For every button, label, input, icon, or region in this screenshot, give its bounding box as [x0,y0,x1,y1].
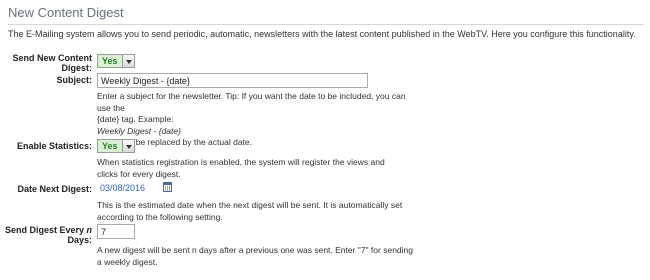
page-title: New Content Digest [8,5,644,25]
every-n-days-input[interactable] [97,224,135,239]
subject-help: Enter a subject for the newsletter. Tip:… [97,91,417,149]
every-n-days-label: Send Digest Every n Days: [4,225,92,245]
subject-help-line2: {date} tag. Example: [97,114,174,124]
send-digest-select[interactable]: Yes [97,54,135,68]
statistics-help: When statistics registration is enabled,… [97,157,385,179]
subject-label: Subject: [56,75,92,85]
statistics-select[interactable]: Yes [97,139,135,153]
subject-help-line3: {date} will be replaced by the actual da… [97,137,252,147]
intro-text: The E-Mailing system allows you to send … [8,29,636,39]
next-digest-label: Date Next Digest: [17,184,92,194]
subject-help-example: Weekly Digest - {date} [97,125,181,136]
every-n-days-help: A new digest will be sent n days after a… [97,245,413,267]
send-digest-label: Send New Content Digest: [12,53,92,73]
chevron-down-icon[interactable] [121,140,134,152]
statistics-value: Yes [98,140,122,152]
next-digest-help: This is the estimated date when the next… [97,200,403,222]
send-digest-value: Yes [98,55,122,67]
subject-help-line1: Enter a subject for the newsletter. Tip:… [97,91,406,113]
statistics-label: Enable Statistics: [16,141,92,151]
subject-input[interactable] [97,73,368,88]
chevron-down-icon[interactable] [121,55,134,67]
calendar-icon[interactable] [163,182,172,192]
next-digest-date[interactable]: 03/08/2016 [100,183,145,193]
